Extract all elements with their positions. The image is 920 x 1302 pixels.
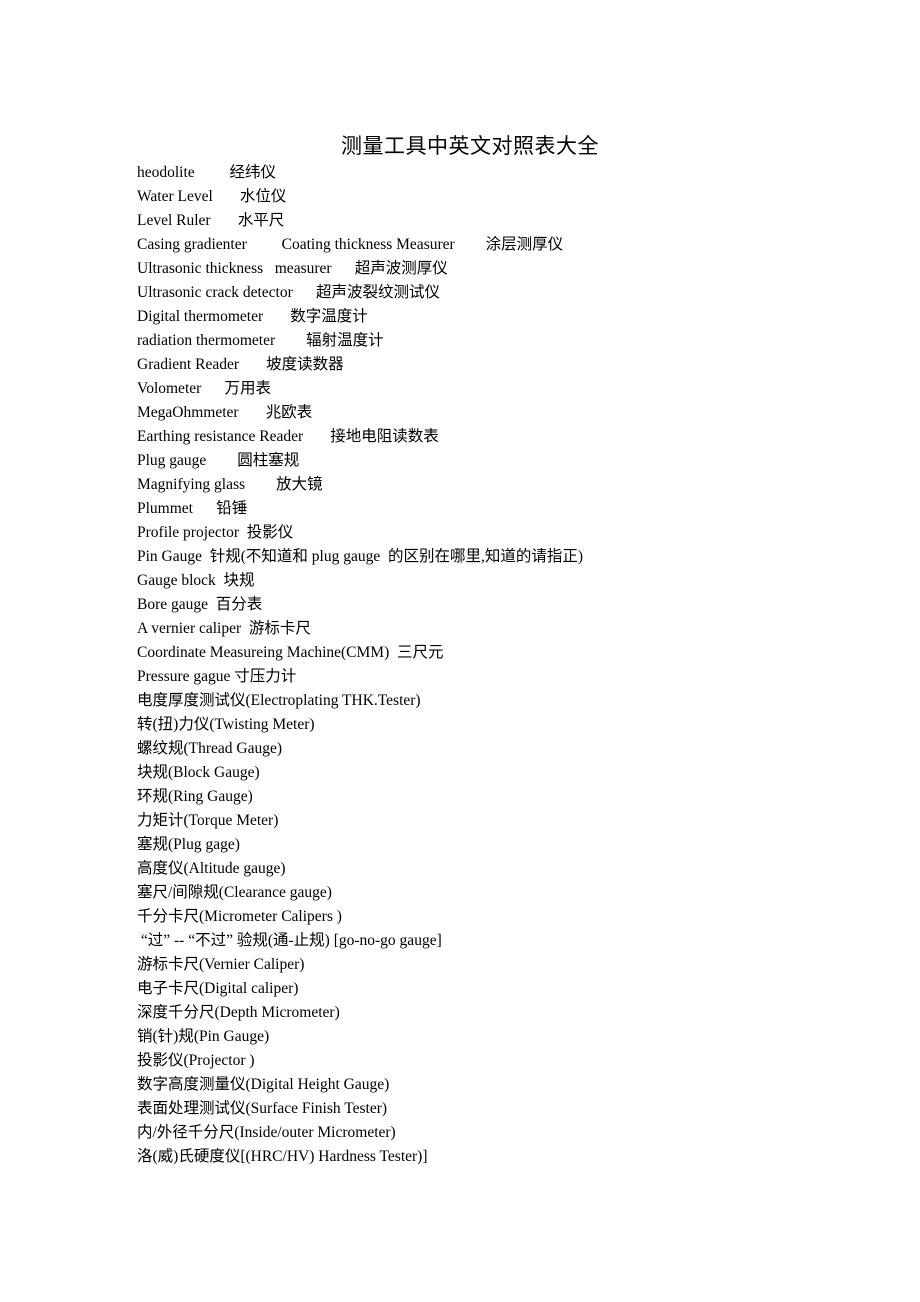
text-line: Earthing resistance Reader 接地电阻读数表: [137, 428, 439, 445]
text-line: 数字高度测量仪(Digital Height Gauge): [137, 1076, 390, 1093]
text-line: 表面处理测试仪(Surface Finish Tester): [137, 1100, 388, 1117]
text-line: Water Level 水位仪: [137, 188, 287, 205]
text-line: Pin Gauge 针规(不知道和 plug gauge 的区别在哪里,知道的请…: [137, 548, 584, 565]
text-line: Plug gauge 圆柱塞规: [137, 452, 300, 469]
text-line: Level Ruler 水平尺: [137, 212, 285, 229]
text-line: A vernier caliper 游标卡尺: [137, 620, 311, 637]
text-line: 千分卡尺(Micrometer Calipers ): [137, 908, 342, 925]
text-line: Magnifying glass 放大镜: [137, 476, 323, 493]
text-line: heodolite 经纬仪: [137, 164, 277, 181]
text-line: Bore gauge 百分表: [137, 596, 263, 613]
text-line: Ultrasonic crack detector 超声波裂纹测试仪: [137, 284, 441, 301]
text-line: Gradient Reader 坡度读数器: [137, 356, 344, 373]
text-line: Digital thermometer 数字温度计: [137, 308, 368, 325]
text-line: Gauge block 块规: [137, 572, 255, 589]
text-line: 电子卡尺(Digital caliper): [137, 980, 299, 997]
text-line: 内/外径千分尺(Inside/outer Micrometer): [137, 1124, 396, 1141]
text-line: MegaOhmmeter 兆欧表: [137, 404, 313, 421]
text-line: 力矩计(Torque Meter): [137, 812, 279, 829]
text-line: 转(扭)力仪(Twisting Meter): [137, 716, 315, 733]
text-line: 塞规(Plug gage): [137, 836, 240, 853]
text-line: Ultrasonic thickness measurer 超声波测厚仪: [137, 260, 448, 277]
text-line: 电度厚度测试仪(Electroplating THK.Tester): [137, 692, 421, 709]
text-line: 洛(威)氏硬度仪[(HRC/HV) Hardness Tester)]: [137, 1148, 428, 1165]
text-line: Casing gradienter Coating thickness Meas…: [137, 236, 564, 253]
text-line: 销(针)规(Pin Gauge): [137, 1028, 270, 1045]
document-page: 测量工具中英文对照表大全 heodolite 经纬仪 Water Level 水…: [0, 0, 920, 1302]
text-line: 投影仪(Projector ): [137, 1052, 255, 1069]
text-line: radiation thermometer 辐射温度计: [137, 332, 384, 349]
text-line: Plummet 铅锤: [137, 500, 248, 517]
page-title: 测量工具中英文对照表大全: [341, 134, 599, 159]
text-line: 游标卡尺(Vernier Caliper): [137, 956, 305, 973]
document-body: heodolite 经纬仪 Water Level 水位仪 Level Rule…: [137, 161, 897, 1169]
text-line: 螺纹规(Thread Gauge): [137, 740, 283, 757]
text-line: 块规(Block Gauge): [137, 764, 260, 781]
text-line: “过” -- “不过” 验规(通-止规) [go-no-go gauge]: [137, 932, 442, 949]
text-line: Pressure gague 寸压力计: [137, 668, 297, 685]
text-line: Profile projector 投影仪: [137, 524, 294, 541]
text-line: 环规(Ring Gauge): [137, 788, 253, 805]
text-line: 深度千分尺(Depth Micrometer): [137, 1004, 340, 1021]
text-line: Coordinate Measureing Machine(CMM) 三尺元: [137, 644, 444, 661]
text-line: Volometer 万用表: [137, 380, 272, 397]
text-line: 高度仪(Altitude gauge): [137, 860, 286, 877]
text-line: 塞尺/间隙规(Clearance gauge): [137, 884, 332, 901]
